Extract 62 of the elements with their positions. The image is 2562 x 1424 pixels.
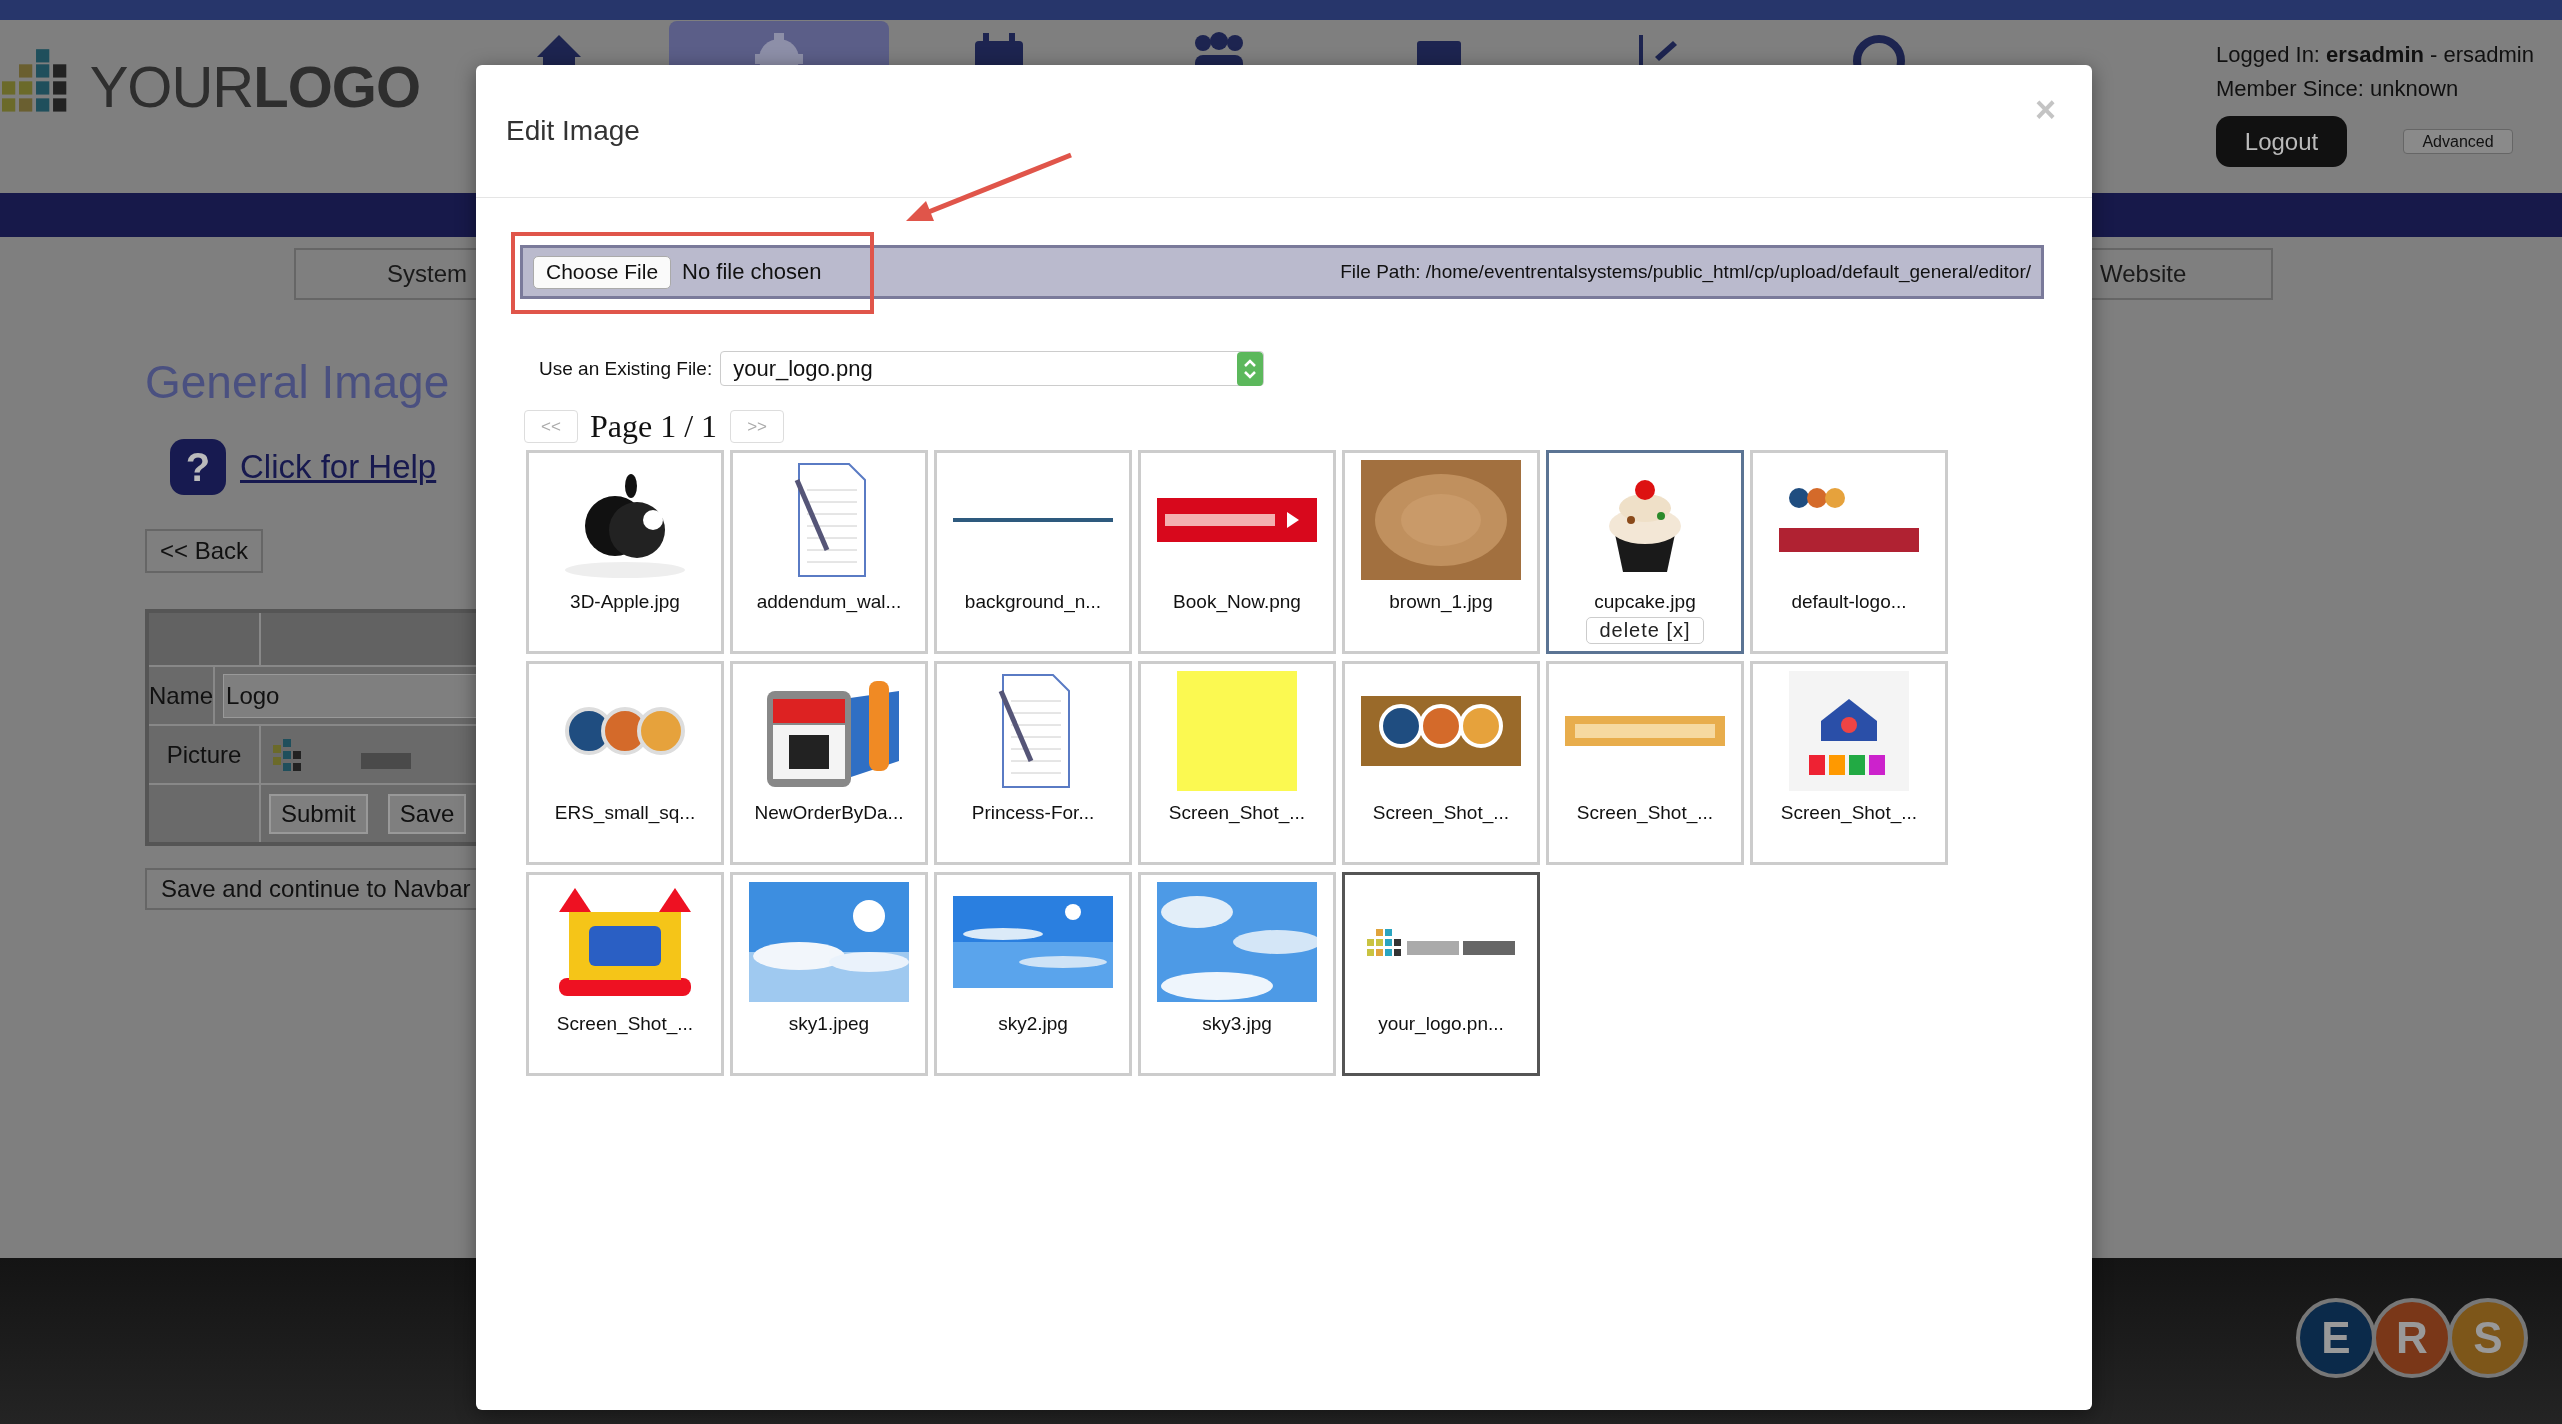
existing-file-select[interactable]: your_logo.png: [720, 351, 1265, 386]
help-icon[interactable]: ?: [170, 439, 226, 495]
logout-button[interactable]: Logout: [2216, 116, 2347, 167]
form-button[interactable]: Save: [387, 793, 467, 834]
file-tile[interactable]: sky2.jpg: [934, 872, 1132, 1076]
file-tile[interactable]: addendum_wal...: [730, 450, 928, 654]
file-name: NewOrderByDa...: [754, 802, 904, 824]
file-tile[interactable]: Screen_Shot_...: [526, 872, 724, 1076]
file-tile[interactable]: sky3.jpg: [1138, 872, 1336, 1076]
file-name: background_n...: [964, 591, 1102, 613]
choose-file-button[interactable]: Choose File: [533, 255, 672, 289]
logo-letter: E: [2296, 1298, 2376, 1378]
file-name: Book_Now.png: [1173, 591, 1301, 613]
logo-letter: R: [2372, 1298, 2452, 1378]
field-label: Name: [149, 681, 214, 710]
file-name: Screen_Shot_...: [1576, 802, 1714, 824]
file-path: File Path: /home/eventrentalsystems/public_html/cp/upload/default_general/editor/: [1340, 261, 2031, 283]
file-tile[interactable]: Screen_Shot_...: [1750, 661, 1948, 865]
file-tile[interactable]: Book_Now.png: [1138, 450, 1336, 654]
dialog-title: Edit Image: [506, 115, 640, 147]
file-name: brown_1.jpg: [1389, 591, 1493, 613]
back-button[interactable]: << Back: [145, 529, 263, 573]
file-tile[interactable]: Screen_Shot_...: [1342, 661, 1540, 865]
file-tile[interactable]: ERS_small_sq...: [526, 661, 724, 865]
file-name: Princess-For...: [971, 802, 1095, 824]
logged-in-text: Logged In: ersadmin - ersadmin: [2216, 42, 2535, 68]
file-name: sky3.jpg: [1202, 1013, 1272, 1035]
file-tile[interactable]: brown_1.jpg: [1342, 450, 1540, 654]
form-button[interactable]: Submit: [269, 793, 368, 834]
file-name: addendum_wal...: [756, 591, 902, 613]
file-name: Screen_Shot_...: [1372, 802, 1510, 824]
help-link[interactable]: Click for Help: [240, 448, 437, 486]
field-label: Picture: [166, 740, 242, 769]
file-tile[interactable]: cupcake.jpg delete [x]: [1546, 450, 1744, 654]
page-indicator: Page 1 / 1: [590, 408, 718, 445]
advanced-button[interactable]: Advanced: [2403, 129, 2513, 154]
file-tile[interactable]: NewOrderByDa...: [730, 661, 928, 865]
logo-text: YOURLOGO: [89, 53, 420, 120]
file-tile[interactable]: Screen_Shot_...: [1138, 661, 1336, 865]
stepper-icon: [1237, 351, 1264, 386]
file-name: cupcake.jpg: [1594, 591, 1696, 613]
file-name: Screen_Shot_...: [1168, 802, 1306, 824]
file-name: Screen_Shot_...: [556, 1013, 694, 1035]
member-since-text: Member Since: unknown: [2216, 76, 2460, 102]
file-tile[interactable]: Screen_Shot_...: [1546, 661, 1744, 865]
file-name: sky1.jpeg: [788, 1013, 870, 1035]
file-tile[interactable]: your_logo.pn...: [1342, 872, 1540, 1076]
file-tile[interactable]: default-logo...: [1750, 450, 1948, 654]
file-tile[interactable]: Princess-For...: [934, 661, 1132, 865]
delete-button[interactable]: delete [x]: [1586, 617, 1704, 644]
file-tile[interactable]: sky1.jpeg: [730, 872, 928, 1076]
file-status: No file chosen: [682, 259, 822, 285]
file-name: default-logo...: [1791, 591, 1907, 613]
file-tile[interactable]: 3D-Apple.jpg: [526, 450, 724, 654]
file-tile[interactable]: background_n...: [934, 450, 1132, 654]
file-name: 3D-Apple.jpg: [570, 591, 680, 613]
file-name: sky2.jpg: [998, 1013, 1068, 1035]
file-name: Screen_Shot_...: [1780, 802, 1918, 824]
file-name: your_logo.pn...: [1378, 1013, 1504, 1035]
logo-letter: S: [2448, 1298, 2528, 1378]
file-name: ERS_small_sq...: [554, 802, 696, 824]
existing-file-label: Use an Existing File:: [539, 357, 713, 380]
